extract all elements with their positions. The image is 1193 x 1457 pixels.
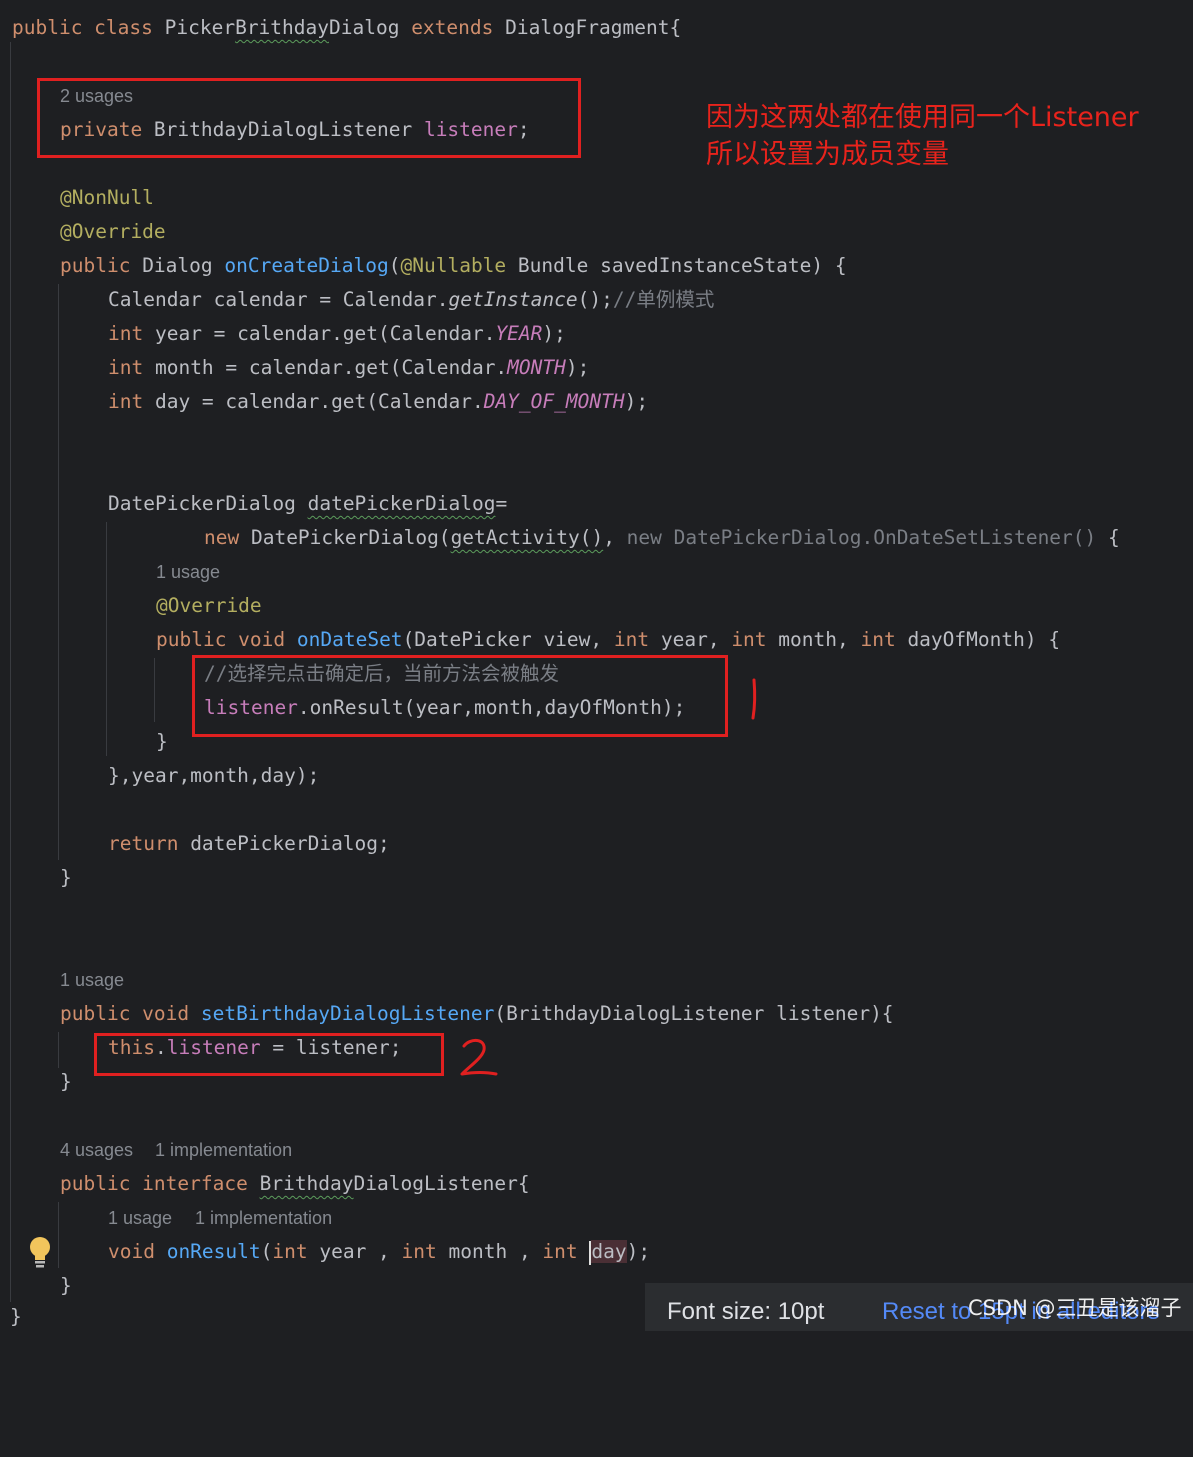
code-line[interactable]: Calendar calendar = Calendar.getInstance…	[108, 283, 714, 317]
implementation-hint[interactable]: 1 implementation	[155, 1135, 292, 1165]
annotation-line-2: 所以设置为成员变量	[706, 139, 949, 170]
code-line[interactable]: @NonNull	[60, 181, 154, 215]
code-line[interactable]: public void setBirthdayDialogListener(Br…	[60, 997, 894, 1031]
indent-guide	[58, 1032, 59, 1068]
usages-hint[interactable]: 1 usage	[60, 965, 124, 995]
code-line[interactable]: }	[60, 1065, 72, 1099]
font-size-label: Font size: 10pt	[667, 1298, 825, 1325]
code-line[interactable]: }	[60, 1269, 72, 1303]
annotation-line-1: 因为这两处都在使用同一个Listener	[706, 102, 1139, 133]
code-line[interactable]: }	[156, 725, 168, 759]
usages-hint[interactable]: 4 usages	[60, 1135, 133, 1165]
code-line[interactable]: new DatePickerDialog(getActivity(), new …	[204, 521, 1120, 555]
code-line[interactable]: },year,month,day);	[108, 759, 319, 793]
highlight-box-listener-field	[37, 78, 581, 158]
watermark: CSDN @三丑是该溜子	[968, 1296, 1182, 1320]
indent-guide	[154, 658, 155, 722]
code-line[interactable]: @Override	[60, 215, 166, 249]
indent-guide	[106, 522, 107, 756]
implementation-hint[interactable]: 1 implementation	[195, 1203, 332, 1233]
indent-guide	[58, 284, 59, 860]
code-line[interactable]: @Override	[156, 589, 262, 623]
handwritten-mark-1	[751, 678, 757, 720]
code-line[interactable]: public Dialog onCreateDialog(@Nullable B…	[60, 249, 847, 283]
handwritten-mark-2	[460, 1039, 498, 1076]
code-line[interactable]: return datePickerDialog;	[108, 827, 390, 861]
indent-guide	[58, 1202, 59, 1268]
code-line[interactable]: DatePickerDialog datePickerDialog=	[108, 487, 507, 521]
code-line[interactable]: int day = calendar.get(Calendar.DAY_OF_M…	[108, 385, 648, 419]
code-line[interactable]: void onResult(int year , int month , int…	[108, 1235, 650, 1269]
code-line[interactable]: int year = calendar.get(Calendar.YEAR);	[108, 317, 566, 351]
lightbulb-icon[interactable]	[28, 1236, 52, 1268]
code-line[interactable]: public void onDateSet(DatePicker view, i…	[156, 623, 1060, 657]
code-line[interactable]: }	[60, 861, 72, 895]
indent-guide	[10, 42, 11, 1302]
code-line[interactable]: }	[10, 1300, 22, 1334]
highlight-box-setter	[94, 1033, 444, 1076]
code-line[interactable]: public class PickerBrithdayDialog extend…	[12, 11, 681, 45]
annotation-note: 因为这两处都在使用同一个Listener 所以设置为成员变量	[706, 99, 1139, 173]
code-comment: //单例模式	[612, 288, 715, 311]
code-line[interactable]: int month = calendar.get(Calendar.MONTH)…	[108, 351, 589, 385]
code-line[interactable]: public interface BrithdayDialogListener{	[60, 1167, 530, 1201]
usages-hint[interactable]: 1 usage	[156, 557, 220, 587]
highlight-box-onresult-call	[192, 655, 728, 737]
usages-hint[interactable]: 1 usage	[108, 1203, 172, 1233]
